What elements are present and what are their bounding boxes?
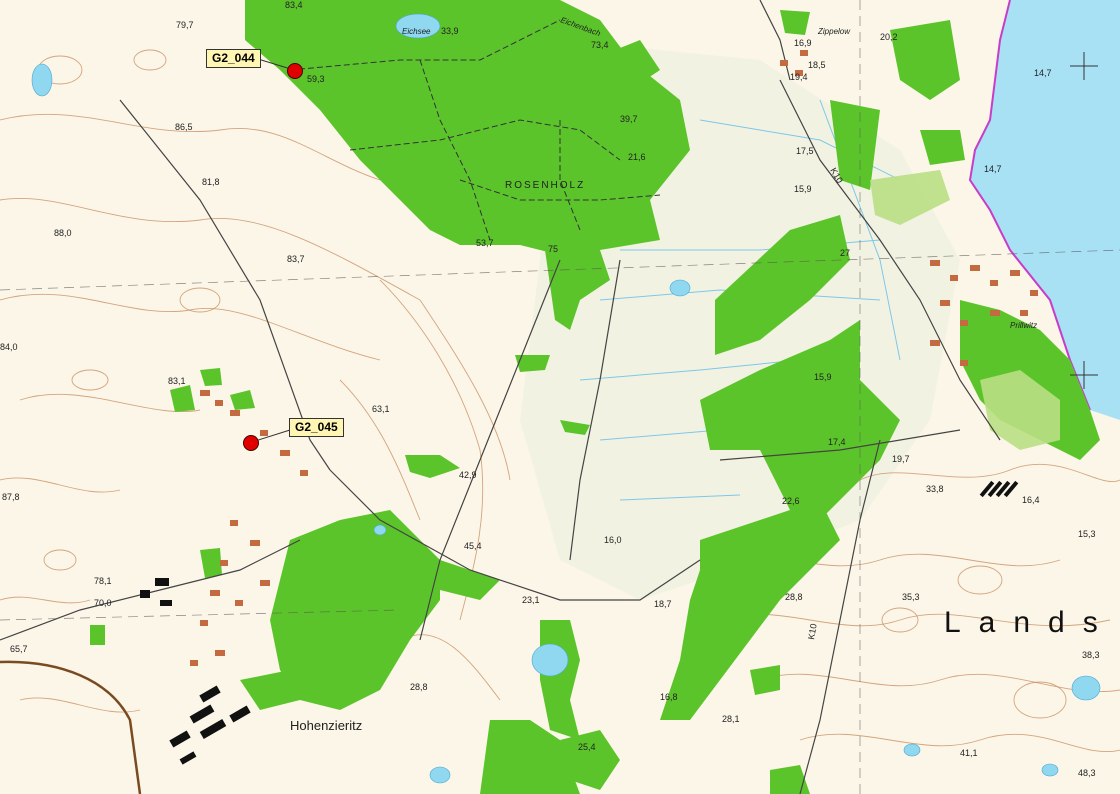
elev-label: 15,9 <box>794 184 812 194</box>
marker-point-g2-045[interactable] <box>243 435 259 451</box>
elev-label: 83,4 <box>285 0 303 10</box>
railway <box>0 660 142 794</box>
elev-label: 48,3 <box>1078 768 1096 778</box>
map-canvas: 79,7 83,4 33,9 73,4 16,9 18,5 19,4 20,2 … <box>0 0 1120 794</box>
elev-label: 28,8 <box>785 592 803 602</box>
elev-label: 86,5 <box>175 122 193 132</box>
marker-point-g2-044[interactable] <box>287 63 303 79</box>
elev-label: 17,5 <box>796 146 814 156</box>
elev-label: 45,4 <box>464 541 482 551</box>
elev-label: 39,7 <box>620 114 638 124</box>
elev-label: 87,8 <box>2 492 20 502</box>
elev-label: 38,3 <box>1082 650 1100 660</box>
elev-label: 20,2 <box>880 32 898 42</box>
elev-label: 33,8 <box>926 484 944 494</box>
elev-label: 27 <box>840 248 850 258</box>
elev-label: 33,9 <box>441 26 459 36</box>
elev-label: 42,9 <box>459 470 477 480</box>
marker-label-g2-045[interactable]: G2_045 <box>289 418 344 437</box>
elev-label: 18,7 <box>654 599 672 609</box>
elev-label: 35,3 <box>902 592 920 602</box>
elev-label: 83,7 <box>287 254 305 264</box>
elev-label: 19,7 <box>892 454 910 464</box>
village-prillwitz-label: Prillwitz <box>1010 321 1037 330</box>
elev-label: 83,1 <box>168 376 186 386</box>
elev-label: 18,5 <box>808 60 826 70</box>
elev-label: 79,7 <box>176 20 194 30</box>
village-zippelow-label: Zippelow <box>817 27 851 36</box>
elev-label: 28,8 <box>410 682 428 692</box>
elev-label: 59,3 <box>307 74 325 84</box>
elev-label: 65,7 <box>10 644 28 654</box>
elev-label: 78,1 <box>94 576 112 586</box>
marker-leaders <box>251 58 295 443</box>
elev-label: 14,7 <box>984 164 1002 174</box>
elev-label: 21,6 <box>628 152 646 162</box>
elev-label: 16,4 <box>1022 495 1040 505</box>
elev-label: 81,8 <box>202 177 220 187</box>
elev-label: 16,8 <box>660 692 678 702</box>
elev-label: 14,7 <box>1034 68 1052 78</box>
elev-label: 15,9 <box>814 372 832 382</box>
marker-label-g2-044[interactable]: G2_044 <box>206 49 261 68</box>
elev-label: 16,9 <box>794 38 812 48</box>
elev-label: 75 <box>548 244 558 254</box>
elev-label: 19,4 <box>790 72 808 82</box>
elev-label: 25,4 <box>578 742 596 752</box>
forest-name-label: ROSENHOLZ <box>505 180 585 191</box>
elev-label: 17,4 <box>828 437 846 447</box>
region-label: Lands <box>944 606 1116 639</box>
elev-label: 22,6 <box>782 496 800 506</box>
elev-label: 73,4 <box>591 40 609 50</box>
elev-label: 84,0 <box>0 342 18 352</box>
elev-label: 63,1 <box>372 404 390 414</box>
elev-label: 41,1 <box>960 748 978 758</box>
elev-label: 88,0 <box>54 228 72 238</box>
elev-label: 23,1 <box>522 595 540 605</box>
elev-label: 70,0 <box>94 598 112 608</box>
elev-label: 15,3 <box>1078 529 1096 539</box>
elev-label: 28,1 <box>722 714 740 724</box>
elev-label: 53,7 <box>476 238 494 248</box>
elev-label: 16,0 <box>604 535 622 545</box>
topographic-map[interactable]: 79,7 83,4 33,9 73,4 16,9 18,5 19,4 20,2 … <box>0 0 1120 794</box>
road-k10-label-2: K10 <box>806 623 819 641</box>
lake-name-label: Eichsee <box>402 27 431 36</box>
town-label: Hohenzieritz <box>290 718 363 733</box>
